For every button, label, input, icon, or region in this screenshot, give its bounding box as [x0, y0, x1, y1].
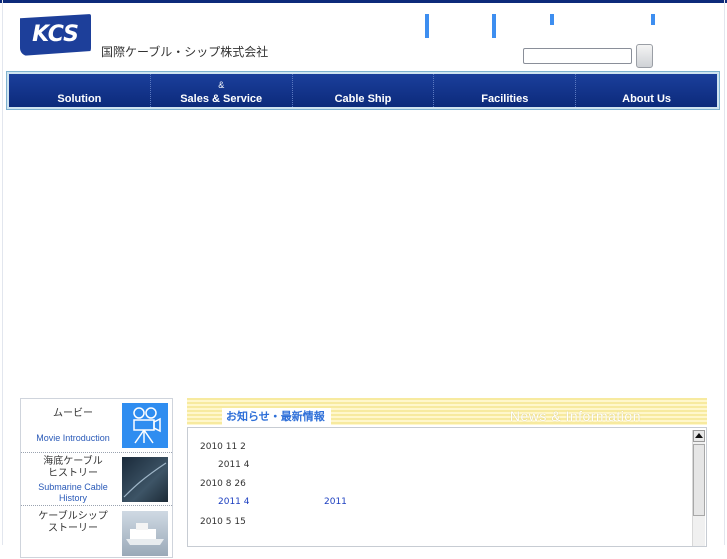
news-row-item: 2011 4 — [218, 460, 250, 470]
nav-cable-ship[interactable]: Cable Ship — [293, 74, 435, 107]
news-row-date: 2010 8 26 — [200, 479, 246, 489]
scroll-thumb[interactable] — [693, 444, 705, 516]
search-button[interactable] — [636, 44, 653, 68]
news-row-link-extra[interactable]: 2011 — [324, 497, 347, 507]
sidebar: ムービー Movie Introduction 海底ケーブル ヒストリー Sub… — [20, 398, 173, 558]
top-link-3[interactable] — [550, 14, 554, 25]
news-title-jp: お知らせ・最新情報 — [222, 408, 331, 425]
sidebar-item-jp: ムービー — [53, 408, 93, 419]
sidebar-item-en: Submarine Cable History — [38, 482, 108, 503]
movie-camera-icon — [122, 403, 168, 448]
nav-label: Cable Ship — [334, 93, 392, 105]
news-row-date: 2010 5 15 — [200, 517, 246, 527]
top-link-1[interactable] — [425, 14, 429, 38]
sidebar-item-submarine-cable-history[interactable]: 海底ケーブル ヒストリー Submarine Cable History — [21, 452, 172, 505]
sidebar-item-jp: 海底ケーブル ヒストリー — [43, 456, 103, 479]
news-scrollbar[interactable] — [692, 430, 705, 546]
top-link-2[interactable] — [492, 14, 496, 38]
nav-solution[interactable]: Solution — [9, 74, 151, 107]
sidebar-item-en: Movie Introduction — [36, 433, 110, 443]
main-nav: Solution & Sales & Service Cable Ship Fa… — [9, 74, 717, 107]
nav-label: Facilities — [481, 93, 529, 105]
news-row-date: 2010 11 2 — [200, 442, 246, 452]
nav-label: About Us — [622, 93, 672, 105]
nav-sales-service[interactable]: & Sales & Service — [151, 74, 293, 107]
sidebar-item-jp: ケーブルシップ ストーリー — [38, 511, 108, 534]
nav-facilities[interactable]: Facilities — [434, 74, 577, 107]
news-row-link[interactable]: 2011 4 — [218, 497, 250, 507]
top-link-4[interactable] — [651, 14, 655, 25]
news-title-en: News & Information — [509, 408, 641, 424]
nav-about-us[interactable]: About Us — [576, 74, 717, 107]
cable-ship-photo — [122, 511, 168, 556]
scroll-up-button[interactable] — [693, 430, 705, 442]
nav-label: Sales & Service — [180, 93, 263, 105]
kcs-logo[interactable]: KCS — [20, 14, 91, 56]
news-header: お知らせ・最新情報 News & Information — [187, 398, 707, 425]
sidebar-item-cable-ship-story[interactable]: ケーブルシップ ストーリー — [21, 505, 172, 558]
nav-sub-label: & — [218, 80, 225, 90]
main-nav-frame: Solution & Sales & Service Cable Ship Fa… — [6, 71, 720, 110]
search-input[interactable] — [523, 48, 632, 64]
company-name: 国際ケーブル・シップ株式会社 — [101, 45, 269, 59]
logo-text: KCS — [32, 22, 79, 47]
triangle-up-icon — [695, 433, 703, 438]
news-list: 2010 11 2 2011 4 2010 8 26 2011 4 2011 2… — [187, 427, 707, 547]
nav-label: Solution — [57, 93, 102, 105]
sidebar-item-movie[interactable]: ムービー Movie Introduction — [21, 399, 172, 451]
submarine-cable-photo — [122, 457, 168, 502]
